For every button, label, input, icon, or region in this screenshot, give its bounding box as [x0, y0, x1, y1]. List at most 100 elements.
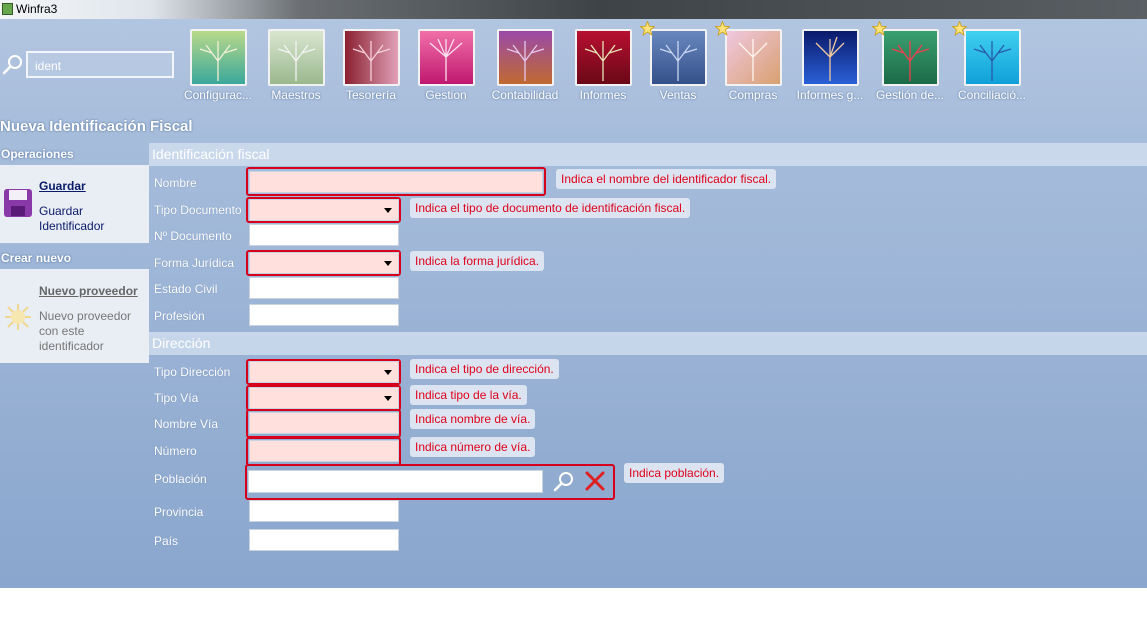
module-ventas[interactable]: Ventas — [638, 21, 718, 102]
n-documento-label: Nº Documento — [154, 229, 232, 243]
module-informes-g[interactable]: Informes g... — [790, 29, 870, 102]
poblacion-label: Población — [154, 472, 207, 486]
provincia-label: Provincia — [154, 505, 204, 519]
tipo-direccion-select[interactable] — [249, 361, 399, 383]
save-action[interactable]: Guardar Guardar Identificador — [0, 165, 149, 243]
chevron-down-icon — [384, 370, 392, 375]
module-label: Maestros — [271, 88, 321, 102]
module-contabilidad-icon — [496, 29, 554, 86]
clear-x-icon[interactable] — [584, 470, 606, 492]
numero-label: Número — [154, 444, 197, 458]
module-label: Configurac... — [183, 88, 253, 102]
numero-input[interactable] — [249, 440, 399, 462]
tipo-via-label: Tipo Vía — [154, 391, 199, 405]
sun-icon — [5, 304, 31, 330]
module-compras[interactable]: Compras — [713, 21, 793, 102]
numero-tooltip: Indica número de vía. — [410, 437, 536, 457]
title-bar: Winfra3 — [0, 0, 1147, 19]
module-conciliacion-icon — [963, 29, 1021, 86]
module-configuracion[interactable]: Configurac... — [178, 29, 258, 102]
profesion-label: Profesión — [154, 309, 205, 323]
module-ventas-icon — [649, 29, 707, 86]
module-label: Informes g... — [796, 88, 864, 102]
module-tesoreria-icon — [342, 29, 400, 86]
module-label: Contabilidad — [491, 88, 559, 102]
pais-input[interactable] — [249, 529, 399, 551]
app-window: Winfra3 ident Configurac... Maestros Tes… — [0, 0, 1147, 588]
estado-civil-label: Estado Civil — [154, 282, 218, 296]
poblacion-tooltip: Indica población. — [624, 463, 725, 483]
module-label: Gestión de... — [875, 88, 945, 102]
module-gestion[interactable]: Gestion — [406, 29, 486, 102]
module-configuracion-icon — [189, 29, 247, 86]
chevron-down-icon — [384, 396, 392, 401]
pais-label: País — [154, 534, 179, 548]
nombre-via-input[interactable] — [249, 412, 399, 434]
module-informes-icon — [574, 29, 632, 86]
module-label: Informes — [579, 88, 627, 102]
search-input[interactable]: ident — [26, 51, 174, 78]
crear-nuevo-header: Crear nuevo — [1, 251, 72, 265]
module-maestros[interactable]: Maestros — [256, 29, 336, 102]
chevron-down-icon — [384, 261, 392, 266]
app-icon — [2, 3, 13, 15]
forma-juridica-select[interactable] — [249, 252, 399, 274]
module-informes[interactable]: Informes — [563, 29, 643, 102]
search-icon[interactable] — [553, 470, 575, 492]
module-label: Gestion — [425, 88, 467, 102]
module-conciliacion[interactable]: Conciliació... — [952, 21, 1032, 102]
fiscal-form: Identificación fiscal Nombre Indica el n… — [149, 143, 1147, 588]
module-gestion-de-icon — [881, 29, 939, 86]
tipo-direccion-tooltip: Indica el tipo de dirección. — [410, 359, 559, 379]
forma-juridica-label: Forma Jurídica — [154, 256, 235, 270]
new-supplier-link[interactable]: Nuevo proveedor — [39, 284, 138, 298]
nombre-via-label: Nombre Vía — [154, 417, 219, 431]
favorite-star-icon[interactable] — [872, 21, 887, 36]
module-label: Conciliació... — [957, 88, 1027, 102]
tipo-via-tooltip: Indica tipo de la vía. — [410, 385, 527, 405]
new-supplier-action[interactable]: Nuevo proveedor Nuevo proveedor con este… — [0, 269, 149, 363]
module-tesoreria[interactable]: Tesorería — [331, 29, 411, 102]
forma-juridica-tooltip: Indica la forma jurídica. — [410, 251, 545, 271]
favorite-star-icon[interactable] — [640, 21, 655, 36]
tipo-documento-label: Tipo Documento — [154, 203, 242, 217]
profesion-input[interactable] — [249, 304, 399, 326]
section-header-direccion: Dirección — [149, 332, 1147, 355]
module-informes-g-icon — [801, 29, 859, 86]
section-header-fiscal: Identificación fiscal — [149, 143, 1147, 166]
new-supplier-description: con este — [39, 324, 85, 338]
module-label: Compras — [728, 88, 778, 102]
nombre-label: Nombre — [154, 176, 197, 190]
favorite-star-icon[interactable] — [715, 21, 730, 36]
module-contabilidad[interactable]: Contabilidad — [485, 29, 565, 102]
nombre-input[interactable] — [249, 171, 543, 193]
window-title: Winfra3 — [16, 2, 58, 16]
tipo-documento-tooltip: Indica el tipo de documento de identific… — [410, 198, 691, 218]
operaciones-header: Operaciones — [1, 147, 74, 161]
actions-panel: Operaciones Guardar Guardar Identificado… — [0, 143, 149, 588]
save-description: Guardar — [39, 204, 84, 218]
module-gestion-icon — [417, 29, 475, 86]
favorite-star-icon[interactable] — [952, 21, 967, 36]
nombre-tooltip: Indica el nombre del identificador fisca… — [556, 169, 777, 189]
poblacion-input[interactable] — [248, 470, 543, 493]
search-icon[interactable] — [2, 53, 24, 75]
save-link[interactable]: Guardar — [39, 179, 86, 193]
module-label: Tesorería — [345, 88, 397, 102]
new-supplier-description: Nuevo proveedor — [39, 309, 132, 323]
provincia-input[interactable] — [249, 500, 399, 522]
module-label: Ventas — [659, 88, 697, 102]
save-description: Identificador — [39, 219, 105, 233]
n-documento-input[interactable] — [249, 224, 399, 246]
module-maestros-icon — [267, 29, 325, 86]
page-title: Nueva Identificación Fiscal — [0, 118, 193, 135]
estado-civil-input[interactable] — [249, 277, 399, 299]
module-compras-icon — [724, 29, 782, 86]
tipo-documento-select[interactable] — [249, 199, 399, 221]
nombre-via-tooltip: Indica nombre de vía. — [410, 409, 536, 429]
chevron-down-icon — [384, 208, 392, 213]
tipo-via-select[interactable] — [249, 387, 399, 409]
tipo-direccion-label: Tipo Dirección — [154, 365, 231, 379]
new-supplier-description: identificador — [39, 339, 104, 353]
module-gestion-de[interactable]: Gestión de... — [870, 21, 950, 102]
